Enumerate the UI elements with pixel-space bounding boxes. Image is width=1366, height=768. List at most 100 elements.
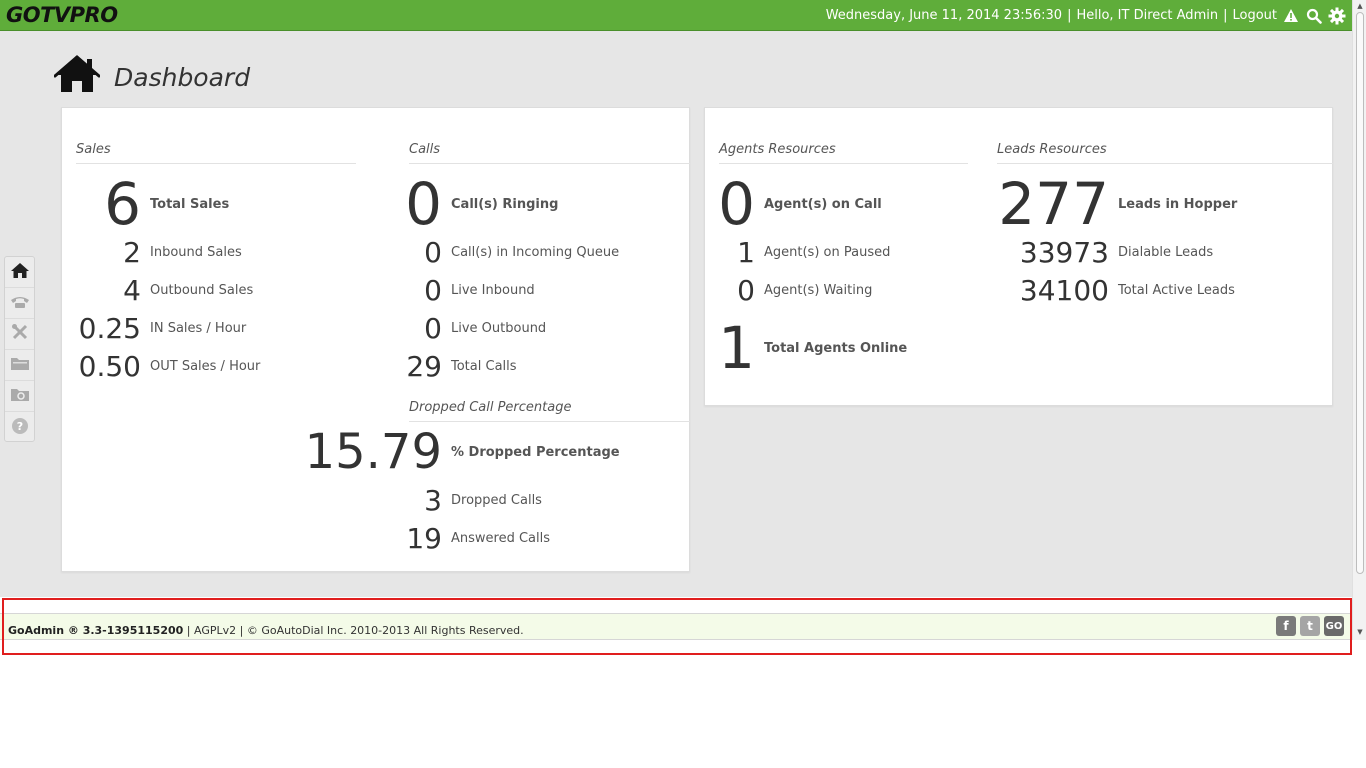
scroll-up-arrow[interactable]: ▲ bbox=[1356, 2, 1364, 10]
agents-paused-stat: 1 Agent(s) on Paused bbox=[705, 236, 890, 269]
inbound-sales-label: Inbound Sales bbox=[150, 245, 242, 260]
live-outbound-label: Live Outbound bbox=[451, 321, 547, 336]
separator: | bbox=[1223, 8, 1228, 23]
answered-calls-stat: 19 Answered Calls bbox=[192, 522, 550, 555]
app-logo[interactable]: GOTVPRO bbox=[6, 3, 118, 27]
scroll-down-arrow[interactable]: ▼ bbox=[1356, 628, 1364, 636]
agents-paused-label: Agent(s) on Paused bbox=[764, 245, 891, 260]
agents-waiting-label: Agent(s) Waiting bbox=[764, 283, 873, 298]
live-inbound-label: Live Inbound bbox=[451, 283, 535, 298]
live-outbound-value: 0 bbox=[424, 312, 442, 345]
agents-on-call-value: 0 bbox=[718, 170, 755, 238]
calls-heading: Calls bbox=[409, 142, 690, 164]
logout-link[interactable]: Logout bbox=[1232, 8, 1277, 23]
in-sales-hour-stat: 0.25 IN Sales / Hour bbox=[62, 312, 247, 345]
agents-online-value: 1 bbox=[718, 314, 755, 382]
datetime: Wednesday, June 11, 2014 23:56:30 bbox=[825, 8, 1063, 23]
dropped-calls-value: 3 bbox=[424, 484, 442, 517]
svg-text:?: ? bbox=[16, 420, 22, 433]
agents-heading: Agents Resources bbox=[719, 142, 968, 164]
dropped-percentage-label: % Dropped Percentage bbox=[451, 444, 620, 460]
gear-icon[interactable] bbox=[1328, 7, 1346, 25]
search-icon[interactable] bbox=[1305, 7, 1323, 25]
leads-hopper-stat: 277 Leads in Hopper bbox=[905, 170, 1237, 238]
incoming-queue-stat: 0 Call(s) in Incoming Queue bbox=[292, 236, 619, 269]
dialable-leads-label: Dialable Leads bbox=[1118, 245, 1214, 260]
tools-icon bbox=[11, 323, 29, 345]
dropped-calls-label: Dropped Calls bbox=[451, 493, 542, 508]
agents-waiting-stat: 0 Agent(s) Waiting bbox=[705, 274, 872, 307]
home-icon bbox=[53, 55, 101, 97]
agents-online-stat: 1 Total Agents Online bbox=[705, 314, 907, 382]
active-leads-value: 34100 bbox=[1019, 274, 1109, 307]
out-sales-hour-label: OUT Sales / Hour bbox=[150, 359, 261, 374]
leads-heading: Leads Resources bbox=[997, 142, 1333, 164]
top-right-area: Wednesday, June 11, 2014 23:56:30 | Hell… bbox=[826, 0, 1346, 31]
total-sales-value: 6 bbox=[104, 170, 141, 238]
inbound-sales-value: 2 bbox=[123, 236, 141, 269]
dropped-percentage-value: 15.79 bbox=[304, 424, 442, 480]
calls-ringing-stat: 0 Call(s) Ringing bbox=[292, 170, 558, 238]
incoming-queue-label: Call(s) in Incoming Queue bbox=[451, 245, 620, 260]
total-sales-stat: 6 Total Sales bbox=[62, 170, 229, 238]
footer-highlight-box bbox=[2, 598, 1352, 655]
agents-on-call-stat: 0 Agent(s) on Call bbox=[705, 170, 882, 238]
active-leads-stat: 34100 Total Active Leads bbox=[905, 274, 1235, 307]
help-icon: ? bbox=[11, 417, 29, 439]
outbound-sales-stat: 4 Outbound Sales bbox=[62, 274, 253, 307]
dropped-heading: Dropped Call Percentage bbox=[409, 400, 690, 422]
calls-ringing-label: Call(s) Ringing bbox=[451, 196, 559, 212]
agents-waiting-value: 0 bbox=[737, 274, 755, 307]
nav-folder[interactable] bbox=[5, 350, 34, 381]
inbound-sales-stat: 2 Inbound Sales bbox=[62, 236, 242, 269]
scroll-thumb[interactable] bbox=[1356, 12, 1364, 574]
nav-help[interactable]: ? bbox=[5, 412, 34, 443]
page-header: Dashboard bbox=[53, 55, 251, 97]
total-sales-label: Total Sales bbox=[150, 196, 230, 212]
app-window: GOTVPRO Wednesday, June 11, 2014 23:56:3… bbox=[0, 0, 1366, 768]
total-calls-value: 29 bbox=[406, 350, 442, 383]
home-icon bbox=[10, 262, 30, 283]
side-nav: ? bbox=[4, 256, 35, 442]
out-sales-hour-stat: 0.50 OUT Sales / Hour bbox=[62, 350, 261, 383]
separator: | bbox=[1067, 8, 1072, 23]
in-sales-hour-value: 0.25 bbox=[78, 312, 141, 345]
agents-on-call-label: Agent(s) on Call bbox=[764, 196, 882, 212]
outbound-sales-label: Outbound Sales bbox=[150, 283, 254, 298]
incoming-queue-value: 0 bbox=[424, 236, 442, 269]
leads-hopper-label: Leads in Hopper bbox=[1118, 196, 1238, 212]
dropped-calls-stat: 3 Dropped Calls bbox=[192, 484, 542, 517]
agents-paused-value: 1 bbox=[737, 236, 755, 269]
active-leads-label: Total Active Leads bbox=[1118, 283, 1235, 298]
folder-icon bbox=[10, 355, 30, 375]
live-outbound-stat: 0 Live Outbound bbox=[292, 312, 546, 345]
phone-icon bbox=[10, 294, 30, 313]
folder-search-icon bbox=[10, 386, 30, 406]
live-inbound-value: 0 bbox=[424, 274, 442, 307]
out-sales-hour-value: 0.50 bbox=[78, 350, 141, 383]
total-calls-stat: 29 Total Calls bbox=[292, 350, 517, 383]
nav-tools[interactable] bbox=[5, 319, 34, 350]
outbound-sales-value: 4 bbox=[123, 274, 141, 307]
live-inbound-stat: 0 Live Inbound bbox=[292, 274, 535, 307]
in-sales-hour-label: IN Sales / Hour bbox=[150, 321, 247, 336]
total-calls-label: Total Calls bbox=[451, 359, 517, 374]
page-title: Dashboard bbox=[114, 62, 251, 92]
resources-panel: Agents Resources Leads Resources 0 Agent… bbox=[704, 107, 1333, 406]
dialable-leads-value: 33973 bbox=[1019, 236, 1109, 269]
greeting: Hello, IT Direct Admin bbox=[1076, 8, 1219, 23]
answered-calls-label: Answered Calls bbox=[451, 531, 551, 546]
sales-calls-panel: Sales Calls 6 Total Sales 2 Inbound Sale… bbox=[61, 107, 690, 572]
agents-online-label: Total Agents Online bbox=[764, 340, 908, 356]
nav-phone[interactable] bbox=[5, 288, 34, 319]
dialable-leads-stat: 33973 Dialable Leads bbox=[905, 236, 1213, 269]
dropped-percentage-stat: 15.79 % Dropped Percentage bbox=[192, 424, 620, 480]
nav-folder-search[interactable] bbox=[5, 381, 34, 412]
leads-hopper-value: 277 bbox=[998, 170, 1109, 238]
vertical-scrollbar[interactable]: ▲ ▼ bbox=[1352, 0, 1366, 640]
calls-ringing-value: 0 bbox=[405, 170, 442, 238]
warning-icon[interactable] bbox=[1282, 7, 1300, 25]
answered-calls-value: 19 bbox=[406, 522, 442, 555]
nav-home[interactable] bbox=[5, 257, 34, 288]
sales-heading: Sales bbox=[76, 142, 356, 164]
